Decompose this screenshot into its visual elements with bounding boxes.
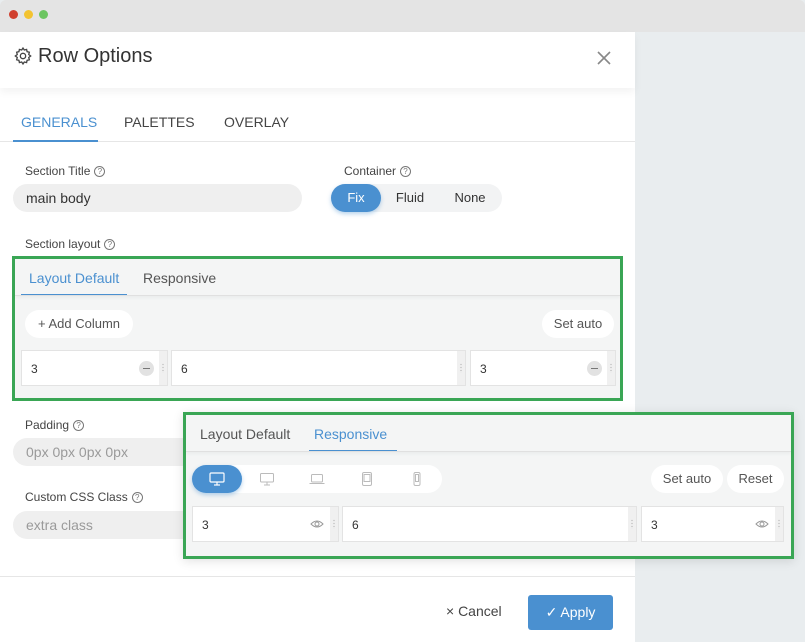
section-title-label-text: Section Title (25, 164, 91, 178)
active-tab-indicator (13, 140, 98, 142)
drag-handle[interactable] (159, 351, 167, 385)
container-label: Container ? (344, 164, 412, 178)
section-layout-label: Section layout ? (25, 237, 116, 251)
container-option-fix[interactable]: Fix (331, 184, 381, 212)
drag-handle[interactable] (330, 507, 338, 541)
layout-column[interactable]: 6 (171, 350, 466, 386)
section-title-label: Section Title ? (25, 164, 106, 178)
padding-label: Padding ? (25, 418, 85, 432)
drag-handle[interactable] (457, 351, 465, 385)
help-icon[interactable]: ? (131, 491, 143, 503)
large-desktop-icon (209, 472, 225, 486)
drag-handle[interactable] (607, 351, 615, 385)
responsive-column[interactable]: 3 (192, 506, 339, 542)
dialog-header: Row Options (0, 32, 635, 88)
tablet-icon (362, 472, 372, 486)
dialog-footer: × Cancel ✓ Apply (0, 576, 635, 642)
section-layout-label-text: Section layout (25, 237, 101, 251)
tab-generals[interactable]: GENERALS (21, 114, 97, 130)
device-selector (192, 465, 442, 493)
section-title-input[interactable]: main body (13, 184, 302, 212)
help-icon[interactable]: ? (73, 419, 85, 431)
device-desktop[interactable] (242, 465, 292, 493)
dialog-title: Row Options (38, 45, 153, 67)
eye-icon[interactable] (310, 519, 324, 529)
column-width: 3 (202, 518, 209, 532)
device-mobile[interactable] (392, 465, 442, 493)
help-icon[interactable]: ? (94, 165, 106, 177)
set-auto-button[interactable]: Set auto (651, 465, 723, 493)
window-minimize-button[interactable] (24, 10, 33, 19)
help-icon[interactable]: ? (104, 238, 116, 250)
close-icon[interactable] (594, 48, 614, 68)
custom-css-label: Custom CSS Class ? (25, 490, 143, 504)
tab-responsive[interactable]: Responsive (314, 426, 387, 442)
tab-layout-default[interactable]: Layout Default (29, 270, 119, 286)
dialog-tabs: GENERALS PALETTES OVERLAY (0, 102, 635, 142)
device-laptop[interactable] (292, 465, 342, 493)
responsive-column[interactable]: 3 (641, 506, 784, 542)
help-icon[interactable]: ? (400, 165, 412, 177)
window-maximize-button[interactable] (39, 10, 48, 19)
drag-handle[interactable] (628, 507, 636, 541)
active-tab-indicator (21, 294, 127, 295)
layout-column[interactable]: 3 (470, 350, 616, 386)
column-width: 6 (352, 518, 359, 532)
drag-handle[interactable] (775, 507, 783, 541)
padding-label-text: Padding (25, 418, 70, 432)
column-width: 3 (651, 518, 658, 532)
apply-button[interactable]: ✓ Apply (528, 595, 613, 630)
gear-icon (14, 46, 32, 66)
layout-column[interactable]: 3 (21, 350, 168, 386)
tab-layout-default[interactable]: Layout Default (200, 426, 290, 442)
custom-css-label-text: Custom CSS Class (25, 490, 128, 504)
container-option-none[interactable]: None (445, 184, 495, 212)
set-auto-button[interactable]: Set auto (542, 310, 614, 338)
column-width: 6 (181, 362, 188, 376)
remove-column-icon[interactable] (587, 361, 602, 376)
reset-button[interactable]: Reset (727, 465, 784, 493)
tab-palettes[interactable]: PALETTES (124, 114, 195, 130)
cancel-button[interactable]: × Cancel (446, 603, 502, 619)
tab-overlay[interactable]: OVERLAY (224, 114, 289, 130)
responsive-column[interactable]: 6 (342, 506, 637, 542)
section-layout-editor: Layout Default Responsive + Add Column S… (12, 256, 623, 401)
layout-tabs: Layout Default Responsive (15, 259, 620, 296)
column-width: 3 (31, 362, 38, 376)
container-label-text: Container (344, 164, 397, 178)
desktop-icon (260, 473, 274, 486)
eye-icon[interactable] (755, 519, 769, 529)
mobile-icon (413, 472, 421, 486)
container-selector: Fix Fluid None (331, 184, 502, 212)
laptop-icon (309, 474, 325, 484)
responsive-layout-popup: Layout Default Responsive Set auto Reset… (183, 412, 794, 559)
tab-responsive[interactable]: Responsive (143, 270, 216, 286)
add-column-button[interactable]: + Add Column (25, 310, 133, 338)
window-titlebar (0, 0, 805, 32)
remove-column-icon[interactable] (139, 361, 154, 376)
device-tablet[interactable] (342, 465, 392, 493)
responsive-tabs: Layout Default Responsive (186, 415, 791, 452)
container-option-fluid[interactable]: Fluid (385, 184, 435, 212)
device-large-desktop[interactable] (192, 465, 242, 493)
window-close-button[interactable] (9, 10, 18, 19)
column-width: 3 (480, 362, 487, 376)
active-tab-indicator (309, 450, 397, 451)
